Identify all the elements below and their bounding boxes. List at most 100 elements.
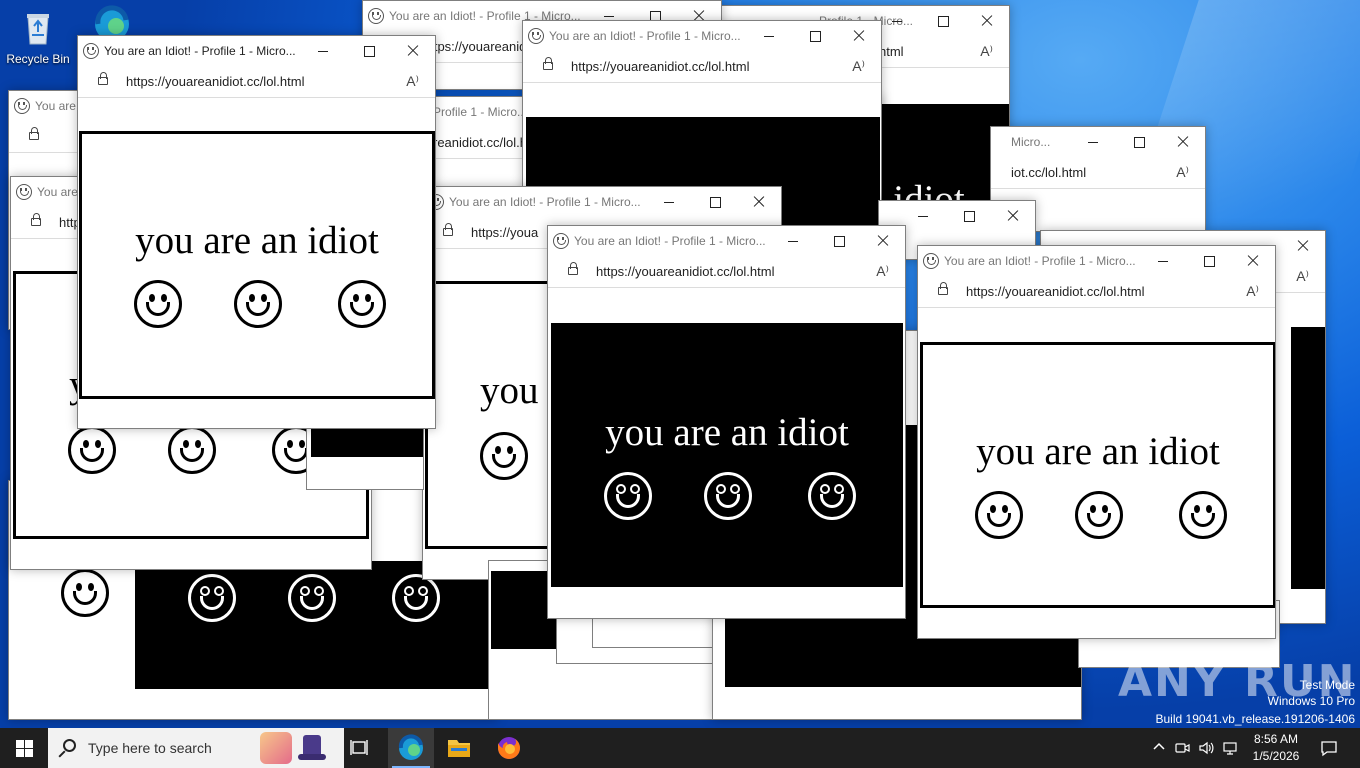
search-box[interactable]: Type here to search bbox=[48, 728, 344, 768]
minimize-button[interactable] bbox=[783, 230, 803, 252]
close-button[interactable] bbox=[1173, 131, 1193, 153]
minimize-button[interactable] bbox=[913, 205, 933, 227]
maximize-button[interactable] bbox=[933, 10, 953, 32]
lock-icon bbox=[543, 57, 553, 70]
read-aloud-icon[interactable]: A⁾ bbox=[1176, 164, 1189, 181]
clock-date[interactable]: 1/5/2026 bbox=[1246, 749, 1306, 763]
close-button[interactable] bbox=[749, 191, 769, 213]
task-view-button[interactable] bbox=[338, 728, 384, 768]
taskbar-firefox-button[interactable] bbox=[486, 728, 532, 768]
meet-now-icon[interactable] bbox=[1174, 740, 1190, 756]
lock-icon bbox=[443, 223, 453, 236]
title-bar[interactable]: You are an Idiot! - Profile 1 - Micro... bbox=[78, 36, 435, 66]
title-bar[interactable]: You are an Idiot! - Profile 1 - Micro... bbox=[918, 246, 1275, 276]
title-bar[interactable]: You are an Idiot! - Profile 1 - Micro... bbox=[548, 226, 905, 256]
smiley-favicon-icon bbox=[83, 43, 99, 59]
close-button[interactable] bbox=[873, 230, 893, 252]
smiley-row bbox=[138, 574, 486, 624]
minimize-button[interactable] bbox=[659, 191, 679, 213]
popup-window[interactable]: You are an Idiot! - Profile 1 - Micro...… bbox=[77, 35, 436, 429]
read-aloud-icon[interactable]: A⁾ bbox=[1296, 268, 1309, 285]
taskbar-edge-button[interactable] bbox=[388, 728, 434, 768]
notification-center-button[interactable] bbox=[1310, 728, 1350, 768]
minimize-button[interactable] bbox=[887, 10, 907, 32]
smiley-face-icon bbox=[1075, 491, 1123, 539]
url-text: https://youa bbox=[471, 225, 539, 240]
maximize-button[interactable] bbox=[805, 25, 825, 47]
close-button[interactable] bbox=[403, 40, 423, 62]
maximize-button[interactable] bbox=[1199, 250, 1219, 272]
top-hat-icon bbox=[298, 735, 326, 761]
maximize-button[interactable] bbox=[705, 191, 725, 213]
window-title: You are an Idiot! - Profile 1 - Micro... bbox=[944, 254, 1136, 268]
search-placeholder: Type here to search bbox=[88, 740, 212, 756]
message-stage: you are an idiot bbox=[920, 342, 1275, 608]
address-bar[interactable]: https://youareanidiot.cc/lol.html A⁾ bbox=[548, 256, 905, 288]
message-stage bbox=[9, 561, 137, 691]
chevron-up-icon[interactable] bbox=[1152, 740, 1166, 754]
popup-window[interactable]: You are an Idiot! - Profile 1 - Micro...… bbox=[547, 225, 906, 619]
clock-time[interactable]: 8:56 AM bbox=[1246, 732, 1306, 746]
title-bar[interactable]: You are an Idiot! - Profile 1 - Micro... bbox=[523, 21, 881, 51]
close-button[interactable] bbox=[1003, 205, 1023, 227]
read-aloud-icon[interactable]: A⁾ bbox=[852, 58, 865, 75]
maximize-button[interactable] bbox=[1129, 131, 1149, 153]
watermark-build: Build 19041.vb_release.191206-1406 bbox=[1155, 712, 1356, 726]
read-aloud-icon[interactable]: A⁾ bbox=[876, 263, 889, 280]
address-bar[interactable] bbox=[9, 121, 87, 153]
popup-window-fragment[interactable] bbox=[306, 420, 424, 490]
taskbar-explorer-button[interactable] bbox=[436, 728, 482, 768]
maximize-button[interactable] bbox=[359, 40, 379, 62]
close-button[interactable] bbox=[1243, 250, 1263, 272]
message-text: you are an idiot bbox=[605, 411, 849, 454]
minimize-button[interactable] bbox=[1153, 250, 1173, 272]
maximize-button[interactable] bbox=[959, 205, 979, 227]
close-button[interactable] bbox=[849, 25, 869, 47]
notification-icon bbox=[1321, 741, 1337, 757]
url-text: iot.cc/lol.html bbox=[1011, 165, 1087, 180]
title-bar[interactable]: You are a bbox=[9, 91, 87, 121]
system-tray: 8:56 AM 1/5/2026 bbox=[1150, 728, 1299, 768]
url-text: https://youareanidiot.cc/lol.html bbox=[966, 284, 1145, 299]
desktop-icon-recycle-bin[interactable]: Recycle Bin bbox=[0, 8, 76, 66]
url-text: https://youareanidiot.cc/lol.html bbox=[596, 264, 775, 279]
title-bar[interactable]: You are an Idiot! - Profile 1 - Micro... bbox=[423, 187, 781, 217]
minimize-button[interactable] bbox=[313, 40, 333, 62]
read-aloud-icon[interactable]: A⁾ bbox=[1246, 283, 1259, 300]
read-aloud-icon[interactable]: A⁾ bbox=[980, 43, 993, 60]
title-bar[interactable]: Micro... bbox=[991, 127, 1205, 157]
recycle-bin-icon bbox=[18, 8, 58, 48]
address-bar[interactable]: iot.cc/lol.html A⁾ bbox=[991, 157, 1205, 189]
smiley-face-icon bbox=[288, 574, 336, 622]
read-aloud-icon[interactable]: A⁾ bbox=[406, 73, 419, 90]
smiley-face-icon bbox=[808, 472, 856, 520]
smiley-favicon-icon bbox=[368, 8, 384, 24]
search-highlight-icon[interactable] bbox=[260, 732, 292, 764]
smiley-face-icon bbox=[188, 574, 236, 622]
minimize-button[interactable] bbox=[1083, 131, 1103, 153]
volume-icon[interactable] bbox=[1198, 740, 1214, 756]
maximize-button[interactable] bbox=[829, 230, 849, 252]
popup-window[interactable]: You are an Idiot! - Profile 1 - Micro...… bbox=[917, 245, 1276, 639]
address-bar[interactable]: https://youareanidiot.cc/lol.html A⁾ bbox=[918, 276, 1275, 308]
task-view-icon bbox=[350, 740, 368, 755]
message-text: you are an idiot bbox=[976, 430, 1220, 473]
minimize-button[interactable] bbox=[759, 25, 779, 47]
edge-icon bbox=[398, 734, 423, 760]
address-bar[interactable]: https://youareanidiot.cc/lol.html A⁾ bbox=[523, 51, 881, 83]
firefox-icon bbox=[498, 737, 520, 759]
smiley-face-icon bbox=[480, 432, 528, 480]
smiley-face-icon bbox=[604, 472, 652, 520]
window-title: You are an Idiot! - Profile 1 - Micro... bbox=[449, 195, 641, 209]
address-bar[interactable]: https://youareanidiot.cc/lol.html A⁾ bbox=[78, 66, 435, 98]
network-icon[interactable] bbox=[1222, 740, 1238, 756]
close-button[interactable] bbox=[977, 10, 997, 32]
start-button[interactable] bbox=[0, 728, 48, 768]
smiley-favicon-icon bbox=[923, 253, 939, 269]
smiley-row bbox=[923, 491, 1273, 541]
close-button[interactable] bbox=[1293, 235, 1313, 257]
smiley-face-icon bbox=[1179, 491, 1227, 539]
lock-icon bbox=[31, 213, 41, 226]
message-stage: you are an idiot bbox=[551, 323, 903, 587]
window-title: You are an Idiot! - Profile 1 - Micro... bbox=[549, 29, 741, 43]
